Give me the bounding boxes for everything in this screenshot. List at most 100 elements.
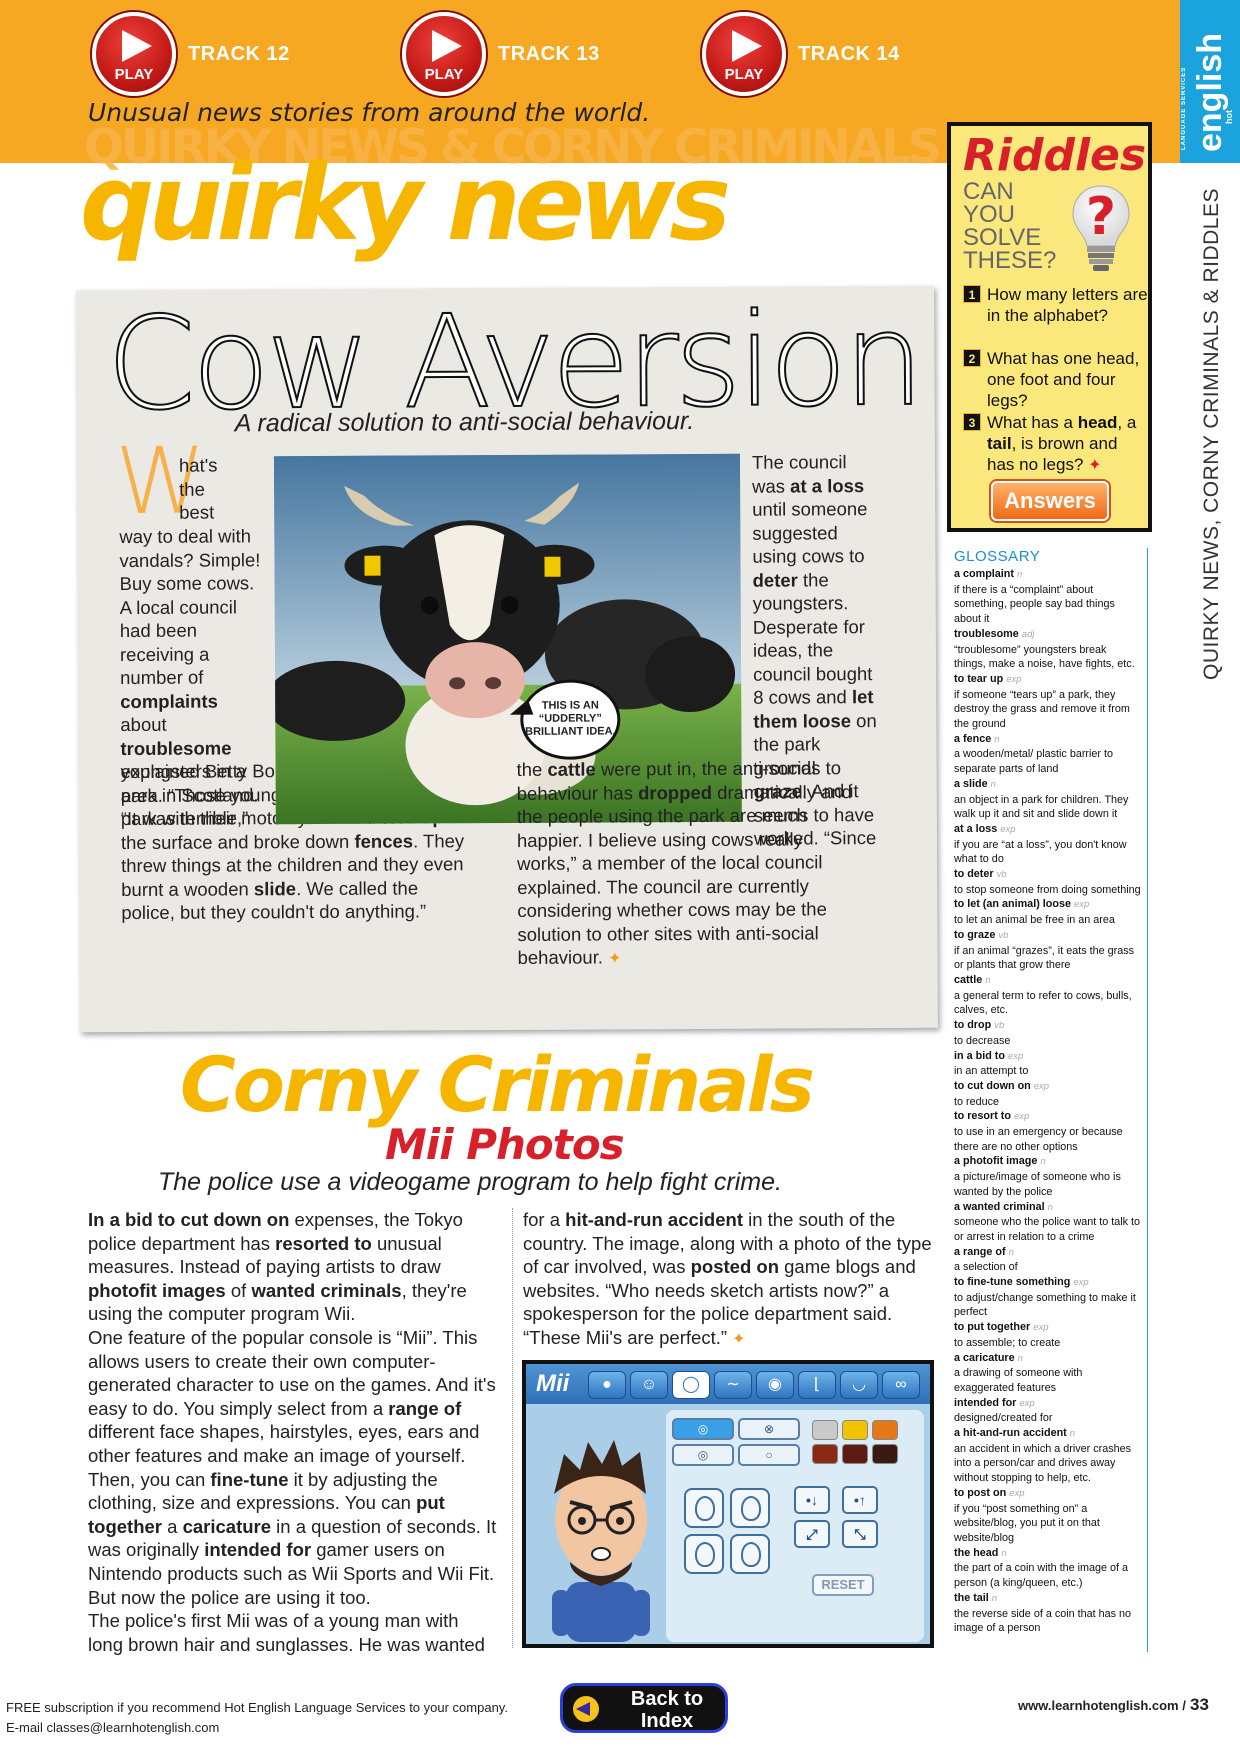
glossary-item: to tear up exp if someone “tears up” a pa… bbox=[954, 672, 1130, 731]
riddle-question-3: 3 What has a head, a tail, is brown and … bbox=[963, 412, 1148, 476]
mii-color-swatch[interactable] bbox=[872, 1444, 898, 1464]
glossary-item: the tail n the reverse side of a coin tha… bbox=[954, 1591, 1132, 1635]
glossary-item: at a loss exp if you are “at a loss”, you… bbox=[954, 822, 1127, 866]
brand-logo: english LANGUAGE SERVICES hot bbox=[1180, 0, 1240, 163]
end-mark-icon: ✦ bbox=[732, 1330, 746, 1348]
glossary-item: a range of na selection of bbox=[954, 1245, 1018, 1274]
glossary-item: a wanted criminal n someone who the polic… bbox=[954, 1200, 1141, 1243]
mii-enlarge-icon[interactable]: ⤢ bbox=[794, 1520, 830, 1548]
glossary-item: a hit-and-run accident n an accident in w… bbox=[954, 1427, 1132, 1485]
quirky-news-title: quirky news bbox=[80, 142, 731, 264]
glossary-item: cattle na general term to refer to cows,… bbox=[954, 973, 1132, 1017]
mii-move-down-arrow-icon[interactable]: •↓ bbox=[794, 1486, 830, 1514]
mii-move-up-arrow-icon[interactable]: •↑ bbox=[842, 1486, 878, 1514]
riddles-box: Riddles CAN YOU SOLVE THESE? ? 1 How man… bbox=[947, 122, 1152, 532]
mii-head-tab-icon[interactable]: ◯ bbox=[672, 1371, 710, 1399]
back-to-index-button[interactable]: Back to Index bbox=[560, 1683, 728, 1733]
mii-mouth-tab-icon[interactable]: ◡ bbox=[840, 1371, 878, 1399]
mii-glasses-tab-icon[interactable]: ∞ bbox=[882, 1371, 920, 1399]
track-label: TRACK 13 bbox=[498, 42, 600, 65]
glossary-item: to put together exp to assemble; to creat… bbox=[954, 1321, 1061, 1349]
glossary-item: to fine-tune something exp to adjust/chan… bbox=[954, 1276, 1136, 1319]
mii-editor-screenshot: Mii ● ☺ ◯ ∼ ◉ ⌊ ◡ ∞ ◎ ⊗ ◎ ○ •↓ •↑ ⤢ ⤡ RE… bbox=[522, 1360, 934, 1648]
track-label: TRACK 12 bbox=[188, 42, 290, 65]
glossary-title: GLOSSARY bbox=[954, 548, 1041, 565]
glossary-item: to resort to exp to use in an emergency o… bbox=[954, 1110, 1123, 1153]
play-icon[interactable]: PLAY bbox=[402, 12, 486, 96]
mii-eyes-tab-icon[interactable]: ◉ bbox=[756, 1371, 794, 1399]
footer-subscription: FREE subscription if you recommend Hot E… bbox=[6, 1700, 508, 1735]
mii-option-3[interactable]: ◎ bbox=[672, 1444, 734, 1466]
glossary-item: in a bid to exp in an attempt to bbox=[954, 1049, 1029, 1078]
mii-color-swatch[interactable] bbox=[872, 1420, 898, 1440]
play-icon[interactable]: PLAY bbox=[702, 12, 786, 96]
mii-photos-title: Mii Photos bbox=[385, 1120, 625, 1169]
mii-option-1[interactable]: ◎ bbox=[672, 1418, 734, 1440]
glossary-item: the head n the part of a coin with the im… bbox=[954, 1546, 1129, 1590]
mii-shrink-icon[interactable]: ⤡ bbox=[842, 1520, 878, 1548]
glossary-item: to let (an animal) loose exp to let an an… bbox=[954, 898, 1115, 927]
mii-nose-tab-icon[interactable]: ⌊ bbox=[798, 1371, 836, 1399]
glossary-item: a fence na wooden/metal/ plastic barrier… bbox=[954, 732, 1114, 776]
track-12-play[interactable]: PLAY TRACK 12 bbox=[92, 12, 290, 96]
article-col1-top: hat's the best bbox=[178, 454, 218, 523]
brand-hot: hot bbox=[1224, 110, 1234, 124]
mii-face-shape-1[interactable] bbox=[684, 1488, 724, 1528]
riddle-question-2: 2 What has one head, one foot and four l… bbox=[963, 348, 1148, 411]
mii-face-shape-4[interactable] bbox=[730, 1534, 770, 1574]
section-side-label: QUIRKY NEWS, CORNY CRIMINALS & RIDDLES bbox=[1200, 188, 1223, 680]
brand-subtitle: LANGUAGE SERVICES bbox=[1181, 66, 1187, 150]
glossary-item: to deter vb to stop someone from doing so… bbox=[954, 868, 1141, 896]
glossary-item: to graze vb if an animal “grazes”, it eat… bbox=[954, 928, 1135, 972]
end-mark-icon: ✦ bbox=[608, 950, 622, 968]
page-number: 33 bbox=[1190, 1695, 1209, 1714]
glossary-item: a photofit image na picture/image of som… bbox=[954, 1155, 1121, 1198]
article-col3: the cattle were put in, the anti-social … bbox=[516, 757, 852, 968]
mii-standfirst: The police use a videogame program to he… bbox=[158, 1168, 782, 1196]
corny-col1: In a bid to cut down on expenses, the To… bbox=[88, 1209, 497, 1655]
glossary-item: to cut down on exp to reduce bbox=[954, 1079, 1050, 1108]
riddle-question-1: 1 How many letters are in the alphabet? bbox=[963, 284, 1148, 326]
mii-option-4[interactable]: ○ bbox=[738, 1444, 800, 1466]
mii-body-tab-icon[interactable]: ● bbox=[588, 1371, 626, 1399]
brand-name: english bbox=[1191, 32, 1229, 152]
mii-face-tab-icon[interactable]: ☺ bbox=[630, 1371, 668, 1399]
mii-color-swatch[interactable] bbox=[812, 1444, 838, 1464]
riddles-title: Riddles bbox=[963, 130, 1147, 181]
svg-text:?: ? bbox=[1086, 187, 1116, 247]
speech-bubble: THIS IS AN “UDDERLY” BRILLIANT IDEA. bbox=[520, 679, 621, 760]
glossary-item: intended for exp designed/created for bbox=[954, 1396, 1053, 1425]
mii-reset-button[interactable]: RESET bbox=[812, 1574, 874, 1596]
footer-website: www.learnhotenglish.com / bbox=[1018, 1698, 1186, 1713]
mii-color-swatch[interactable] bbox=[842, 1444, 868, 1464]
glossary-list: a complaint n if there is a “complaint” a… bbox=[952, 567, 1141, 1636]
glossary-item: troublesome adj “troublesome” youngsters … bbox=[954, 627, 1135, 671]
glossary-item: to post on exp if you “post something on”… bbox=[954, 1486, 1100, 1544]
mii-options-panel: ◎ ⊗ ◎ ○ •↓ •↑ ⤢ ⤡ RESET bbox=[666, 1410, 924, 1642]
answers-button[interactable]: Answers bbox=[991, 481, 1109, 521]
track-14-play[interactable]: PLAY TRACK 14 bbox=[702, 12, 900, 96]
mii-eyebrows-tab-icon[interactable]: ∼ bbox=[714, 1371, 752, 1399]
mii-toolbar: Mii ● ☺ ◯ ∼ ◉ ⌊ ◡ ∞ bbox=[526, 1364, 930, 1404]
article-subtitle: A radical solution to anti-social behavi… bbox=[234, 407, 695, 438]
riddles-prompt: CAN YOU SOLVE THESE? bbox=[963, 178, 1057, 274]
end-mark-icon: ✦ bbox=[1088, 457, 1102, 474]
glossary: GLOSSARY a complaint n if there is a “com… bbox=[952, 548, 1148, 1652]
corny-col2: for a hit-and-run accident in the south … bbox=[523, 1209, 932, 1348]
corny-criminals-title: Corny Criminals bbox=[180, 1040, 815, 1129]
play-icon[interactable]: PLAY bbox=[92, 12, 176, 96]
mii-option-2[interactable]: ⊗ bbox=[738, 1418, 800, 1440]
cow-aversion-clipping: Cow Aversion A radical solution to anti-… bbox=[76, 285, 938, 1033]
lightbulb-question-icon: ? bbox=[1072, 185, 1130, 271]
back-arrow-icon bbox=[573, 1696, 599, 1722]
mii-color-swatch[interactable] bbox=[812, 1420, 838, 1440]
glossary-item: a complaint n if there is a “complaint” a… bbox=[954, 568, 1115, 626]
mii-character bbox=[552, 1440, 650, 1642]
glossary-item: a slide n an object in a park for childre… bbox=[954, 777, 1129, 821]
mii-color-swatch[interactable] bbox=[842, 1420, 868, 1440]
mii-face-shape-2[interactable] bbox=[730, 1488, 770, 1528]
column-divider bbox=[512, 1208, 513, 1648]
mii-face-shape-3[interactable] bbox=[684, 1534, 724, 1574]
glossary-item: to drop vb to decrease bbox=[954, 1019, 1011, 1047]
track-13-play[interactable]: PLAY TRACK 13 bbox=[402, 12, 600, 96]
